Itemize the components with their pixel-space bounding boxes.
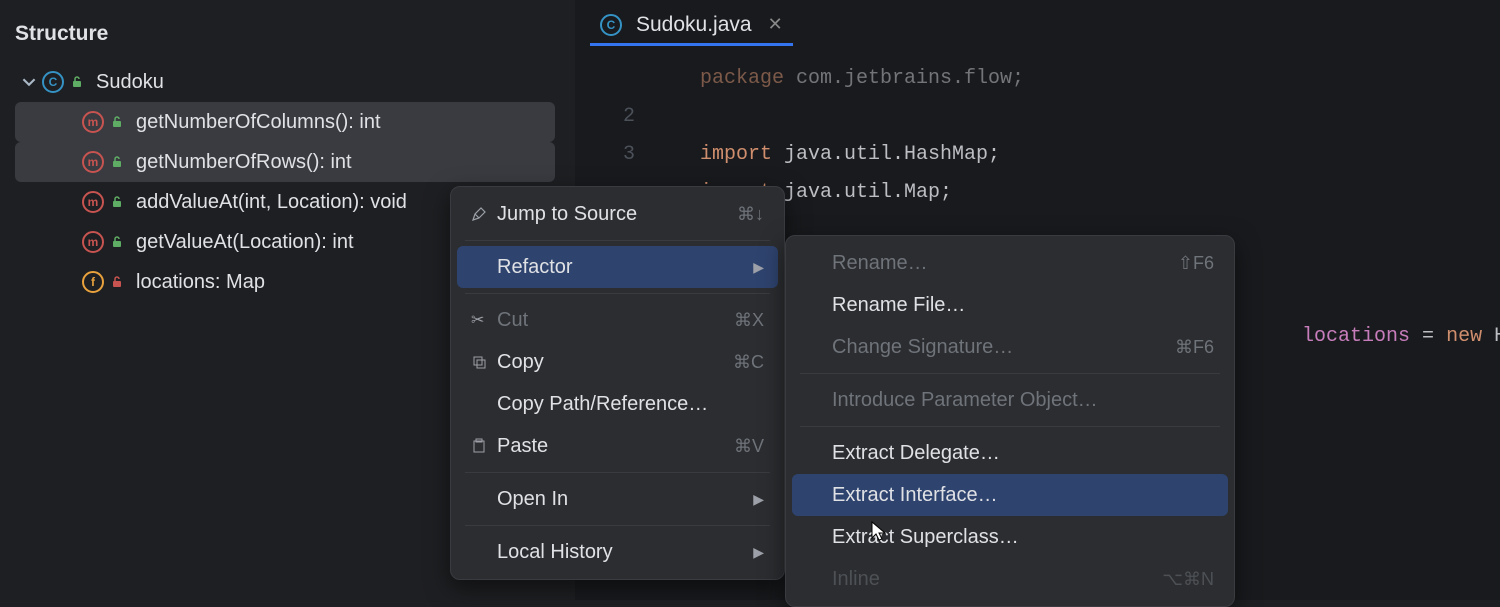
menu-item-label: Refactor	[497, 256, 753, 279]
keyboard-shortcut: ⌘F6	[1175, 337, 1214, 358]
clipboard-icon	[471, 438, 497, 454]
menu-item-label: Rename…	[832, 252, 1178, 275]
menu-separator	[465, 525, 770, 526]
public-icon	[68, 73, 86, 91]
menu-item-label: Inline	[832, 568, 1162, 591]
keyboard-shortcut: ⌘X	[734, 310, 764, 331]
tree-root-label: Sudoku	[96, 71, 164, 94]
public-icon	[108, 233, 126, 251]
menu-separator	[465, 293, 770, 294]
code-line[interactable]	[700, 98, 1024, 136]
code-fragment[interactable]: locations = new HashM	[1230, 280, 1500, 394]
menu-item-extract-delegate[interactable]: Extract Delegate…	[792, 432, 1228, 474]
menu-item-copy[interactable]: Copy⌘C	[457, 341, 778, 383]
editor-tab[interactable]: C Sudoku.java ✕	[590, 7, 793, 46]
tab-label: Sudoku.java	[636, 13, 752, 37]
menu-item-open-in[interactable]: Open In▶	[457, 478, 778, 520]
menu-item-cut: ✂Cut⌘X	[457, 299, 778, 341]
code-line[interactable]: import java.util.HashMap;	[700, 136, 1024, 174]
tree-item-label: getNumberOfColumns(): int	[136, 111, 381, 134]
method-icon: m	[82, 111, 104, 133]
tree-root-class[interactable]: C Sudoku	[0, 62, 575, 102]
menu-item-change-signature: Change Signature…⌘F6	[792, 326, 1228, 368]
menu-item-label: Extract Delegate…	[832, 442, 1214, 465]
line-number: 3	[575, 136, 695, 174]
menu-item-local-history[interactable]: Local History▶	[457, 531, 778, 573]
chevron-right-icon: ▶	[753, 544, 764, 561]
menu-separator	[465, 472, 770, 473]
menu-item-extract-superclass[interactable]: Extract Superclass…	[792, 516, 1228, 558]
method-icon: m	[82, 191, 104, 213]
keyboard-shortcut: ⇧F6	[1178, 253, 1214, 274]
menu-item-introduce-parameter-object: Introduce Parameter Object…	[792, 379, 1228, 421]
menu-separator	[800, 373, 1220, 374]
line-number	[575, 60, 695, 98]
menu-item-label: Local History	[497, 541, 753, 564]
class-icon: C	[600, 14, 622, 36]
chevron-right-icon: ▶	[753, 259, 764, 276]
line-number: 2	[575, 98, 695, 136]
keyboard-shortcut: ⌘V	[734, 436, 764, 457]
public-icon	[108, 153, 126, 171]
menu-item-label: Change Signature…	[832, 336, 1175, 359]
pencil-icon	[471, 206, 497, 222]
context-menu: Jump to Source⌘↓Refactor▶✂Cut⌘XCopy⌘CCop…	[450, 186, 785, 580]
menu-item-copy-path-reference[interactable]: Copy Path/Reference…	[457, 383, 778, 425]
menu-item-rename: Rename…⇧F6	[792, 242, 1228, 284]
menu-item-label: Open In	[497, 488, 753, 511]
chevron-down-icon[interactable]	[22, 75, 42, 89]
public-icon	[108, 113, 126, 131]
refactor-submenu: Rename…⇧F6 Rename File… Change Signature…⌘…	[785, 235, 1235, 607]
menu-item-label: Extract Superclass…	[832, 526, 1214, 549]
menu-item-extract-interface[interactable]: Extract Interface…	[792, 474, 1228, 516]
menu-item-label: Paste	[497, 435, 734, 458]
tree-item[interactable]: m getNumberOfColumns(): int	[15, 102, 555, 142]
method-icon: m	[82, 231, 104, 253]
panel-title: Structure	[0, 0, 575, 58]
menu-separator	[465, 240, 770, 241]
tree-item-label: locations: Map	[136, 271, 265, 294]
close-icon[interactable]: ✕	[768, 14, 783, 35]
private-icon	[108, 273, 126, 291]
field-icon: f	[82, 271, 104, 293]
menu-item-label: Rename File…	[832, 294, 1214, 317]
chevron-right-icon: ▶	[753, 491, 764, 508]
class-icon: C	[42, 71, 64, 93]
keyboard-shortcut: ⌘C	[733, 352, 764, 373]
keyboard-shortcut: ⌥⌘N	[1162, 569, 1214, 590]
method-icon: m	[82, 151, 104, 173]
menu-item-inline: Inline⌥⌘N	[792, 558, 1228, 600]
menu-item-refactor[interactable]: Refactor▶	[457, 246, 778, 288]
code-line[interactable]: package com.jetbrains.flow;	[700, 60, 1024, 98]
public-icon	[108, 193, 126, 211]
scissors-icon: ✂	[471, 310, 497, 330]
keyboard-shortcut: ⌘↓	[737, 204, 764, 225]
editor-tabbar: C Sudoku.java ✕	[575, 0, 1500, 52]
menu-item-label: Copy Path/Reference…	[497, 393, 764, 416]
menu-item-jump-to-source[interactable]: Jump to Source⌘↓	[457, 193, 778, 235]
copy-icon	[471, 354, 497, 370]
menu-item-label: Extract Interface…	[832, 484, 1214, 507]
menu-item-paste[interactable]: Paste⌘V	[457, 425, 778, 467]
menu-item-label: Copy	[497, 351, 733, 374]
menu-separator	[800, 426, 1220, 427]
tree-item-label: getValueAt(Location): int	[136, 231, 354, 254]
menu-item-label: Jump to Source	[497, 203, 737, 226]
tree-item-label: getNumberOfRows(): int	[136, 151, 352, 174]
menu-item-label: Introduce Parameter Object…	[832, 389, 1214, 412]
menu-item-rename-file[interactable]: Rename File…	[792, 284, 1228, 326]
tree-item-label: addValueAt(int, Location): void	[136, 191, 407, 214]
menu-item-label: Cut	[497, 309, 734, 332]
code-variable: locations	[1302, 325, 1410, 348]
tree-item[interactable]: m getNumberOfRows(): int	[15, 142, 555, 182]
